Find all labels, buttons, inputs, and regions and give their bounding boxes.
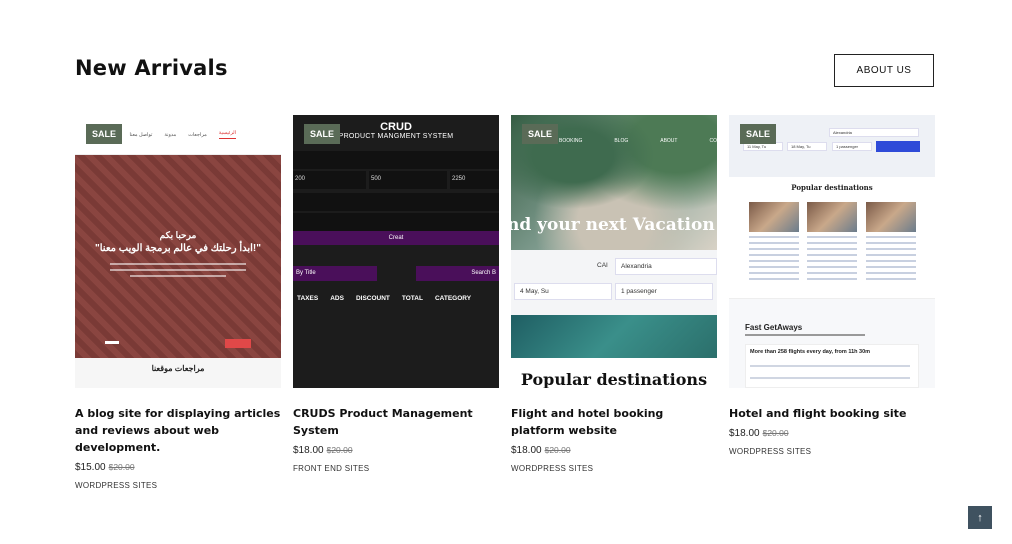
product-title[interactable]: Hotel and flight booking site <box>729 405 935 422</box>
product-price: $18.00 $20.00 <box>729 428 789 439</box>
back-to-top-button[interactable]: ↑ <box>968 506 992 529</box>
old-price: $20.00 <box>108 462 135 472</box>
section-title: New Arrivals <box>75 56 228 80</box>
product-category[interactable]: WORDPRESS SITES <box>729 447 935 456</box>
product-price: $18.00 $20.00 <box>293 445 353 456</box>
old-price: $20.00 <box>544 445 571 455</box>
about-us-button[interactable]: ABOUT US <box>834 54 934 87</box>
product-thumbnail[interactable]: SALE BOOKING BLOG ABOUT CO nd your next … <box>511 115 717 388</box>
product-thumbnail[interactable]: SALE Alexandria 11 May, Tu 18 May, Tu 1 … <box>729 115 935 388</box>
thumb-hero: مرحبا بكم "ابدأ رحلتك في عالم برمجة الوي… <box>75 155 281 358</box>
old-price: $20.00 <box>762 428 789 438</box>
product-card[interactable]: SALE تواصل معنا مدونة مراجعات الرئيسية م… <box>75 115 281 490</box>
product-title[interactable]: A blog site for displaying articles and … <box>75 405 281 456</box>
arrow-up-icon: ↑ <box>977 511 983 524</box>
sale-badge: SALE <box>740 124 776 144</box>
product-category[interactable]: WORDPRESS SITES <box>511 464 717 473</box>
old-price: $20.00 <box>326 445 353 455</box>
product-title[interactable]: CRUDS Product Management System <box>293 405 499 439</box>
product-thumbnail[interactable]: SALE CRUD PRODUCT MANGMENT SYSTEM 200 50… <box>293 115 499 388</box>
product-thumbnail[interactable]: SALE تواصل معنا مدونة مراجعات الرئيسية م… <box>75 115 281 388</box>
product-price: $18.00 $20.00 <box>511 445 571 456</box>
product-card[interactable]: SALE Alexandria 11 May, Tu 18 May, Tu 1 … <box>729 115 935 456</box>
product-title[interactable]: Flight and hotel booking platform websit… <box>511 405 717 439</box>
product-price: $15.00 $20.00 <box>75 462 135 473</box>
sale-badge: SALE <box>522 124 558 144</box>
sale-badge: SALE <box>304 124 340 144</box>
thumb-table-headers: TAXES ADS DISCOUNT TOTAL CATEGORY <box>297 295 472 302</box>
product-card[interactable]: SALE BOOKING BLOG ABOUT CO nd your next … <box>511 115 717 473</box>
product-category[interactable]: WORDPRESS SITES <box>75 481 281 490</box>
sale-badge: SALE <box>86 124 122 144</box>
product-card[interactable]: SALE CRUD PRODUCT MANGMENT SYSTEM 200 50… <box>293 115 499 473</box>
product-category[interactable]: FRONT END SITES <box>293 464 499 473</box>
